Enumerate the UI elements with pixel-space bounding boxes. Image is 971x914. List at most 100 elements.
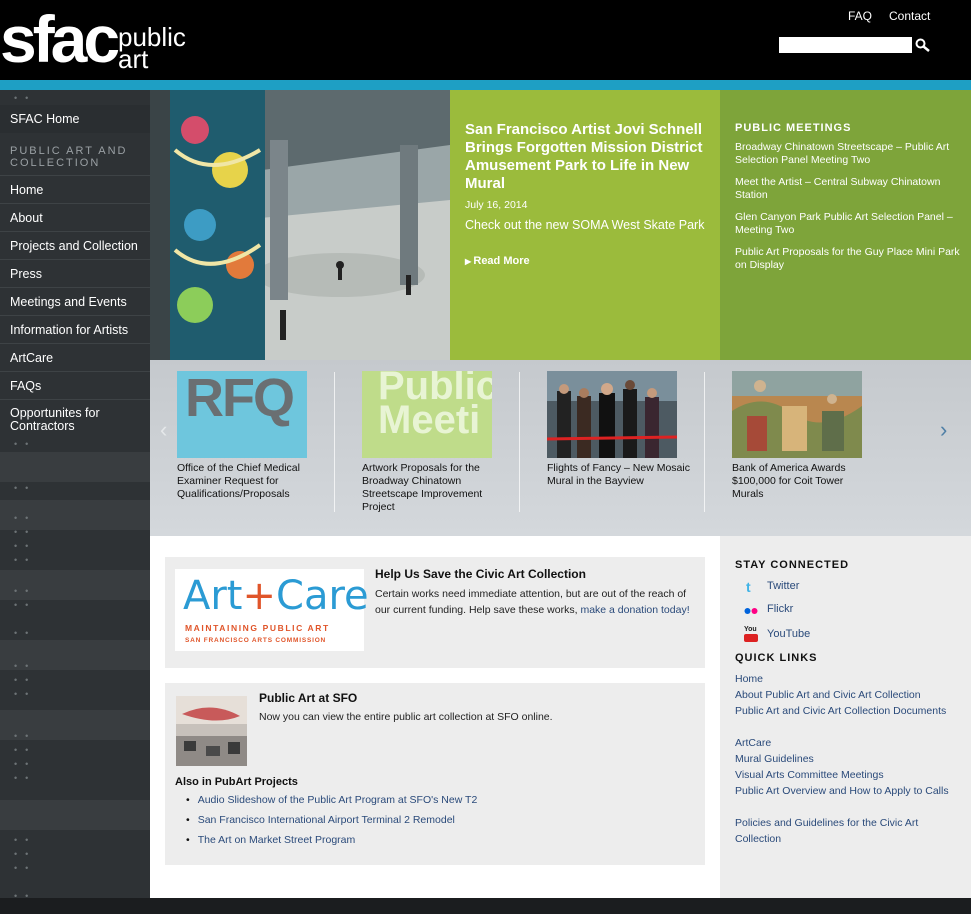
sidebar-dots: •• [14,483,37,493]
youtube-icon[interactable]: You [744,626,758,642]
flickr-link[interactable]: Flickr [767,603,793,615]
carousel-thumb-rfq[interactable]: RFQ [177,371,307,458]
sidebar-dots: •• [14,513,37,523]
sfo-heading: Public Art at SFO [259,691,358,705]
sidebar: •• SFAC Home PUBLIC ART AND COLLECTION H… [0,90,150,901]
flickr-icon[interactable] [744,604,758,618]
sidebar-dots: •• [14,689,37,699]
artcare-logo-art: Art [183,573,243,619]
meeting-link[interactable]: Broadway Chinatown Streetscape – Public … [735,141,960,167]
sidebar-dots: •• [14,661,37,671]
youtube-icon-tube [744,634,758,642]
faq-link[interactable]: FAQ [848,9,872,23]
sidebar-item-home[interactable]: Home [0,175,150,203]
donation-link[interactable]: make a donation today! [580,604,689,616]
quick-link[interactable]: Public Art Overview and How to Apply to … [735,783,955,799]
public-meeting-thumb-text: Public Meeti [378,371,492,442]
quick-link[interactable]: Public Art and Civic Art Collection Docu… [735,703,955,719]
artcare-logo-org: SAN FRANCISCO ARTS COMMISSION [185,637,327,644]
sidebar-dots: •• [14,675,37,685]
carousel-divider [519,372,520,512]
sidebar-bar [0,800,150,830]
sidebar-dots: •• [14,541,37,551]
artcare-logo-tagline: MAINTAINING PUBLIC ART [185,623,330,633]
hero-date: July 16, 2014 [465,199,528,211]
carousel-caption[interactable]: Bank of America Awards $100,000 for Coit… [732,462,877,501]
carousel-prev-arrow-icon[interactable]: ‹ [160,419,167,441]
quick-link[interactable]: Visual Arts Committee Meetings [735,767,955,783]
carousel-thumb-public-meeting[interactable]: Public Meeti [362,371,492,458]
carousel-caption[interactable]: Artwork Proposals for the Broadway China… [362,462,507,514]
sidebar-item-contractors[interactable]: Opportunites for Contractors [0,399,150,437]
sidebar-section-title: PUBLIC ART AND COLLECTION [10,145,128,169]
also-in-heading: Also in PubArt Projects [175,776,298,788]
search-icon[interactable] [914,37,932,53]
sidebar-dots: •• [14,527,37,537]
search-input[interactable] [779,37,912,53]
footer-bar [0,898,971,914]
sidebar-item-faqs[interactable]: FAQs [0,371,150,399]
carousel-divider [334,372,335,512]
sidebar-dots: •• [14,586,37,596]
sidebar-item-artcare[interactable]: ArtCare [0,343,150,371]
read-more-label: Read More [473,255,530,267]
also-link[interactable]: The Art on Market Street Program [186,834,356,846]
public-meetings-title: PUBLIC MEETINGS [735,122,852,134]
sidebar-dots: •• [14,628,37,638]
quick-link[interactable]: Mural Guidelines [735,751,955,767]
sfac-logo[interactable]: sfac [0,4,120,74]
carousel-caption[interactable]: Flights of Fancy – New Mosaic Mural in t… [547,462,692,488]
sidebar-dots: •• [14,555,37,565]
rfq-thumb-text: RFQ [185,371,295,428]
sidebar-dots: •• [14,745,37,755]
hero-image[interactable] [150,90,450,360]
hero-description: Check out the new SOMA West Skate Park [465,218,705,232]
carousel-thumb-coit-mural[interactable] [732,371,862,458]
contact-link[interactable]: Contact [889,9,930,23]
stay-connected-heading: STAY CONNECTED [735,559,850,571]
twitter-link[interactable]: Twitter [767,580,799,592]
sfo-text: Now you can view the entire public art c… [259,711,553,723]
sidebar-sfac-home[interactable]: SFAC Home [0,105,150,133]
youtube-link[interactable]: YouTube [767,628,810,640]
carousel-divider [704,372,705,512]
sidebar-dots: •• [14,600,37,610]
accent-bar [0,80,971,90]
artcare-logo[interactable]: Art+Care MAINTAINING PUBLIC ART SAN FRAN… [175,569,369,651]
sidebar-dots: •• [14,439,37,449]
quick-links-heading: QUICK LINKS [735,652,818,664]
carousel-thumb-ribbon-cutting[interactable] [547,371,677,458]
sidebar-dots: •• [14,731,37,741]
meeting-link[interactable]: Glen Canyon Park Public Art Selection Pa… [735,211,960,237]
sidebar-dots: •• [14,835,37,845]
sidebar-item-meetings[interactable]: Meetings and Events [0,287,150,315]
meeting-link[interactable]: Public Art Proposals for the Guy Place M… [735,246,960,272]
quick-link[interactable]: About Public Art and Civic Art Collectio… [735,687,955,703]
sidebar-dots: •• [14,863,37,873]
sidebar-dots: •• [14,849,37,859]
svg-text:t: t [746,580,751,594]
artcare-text: Certain works need immediate attention, … [375,586,695,618]
sidebar-item-press[interactable]: Press [0,259,150,287]
carousel-next-arrow-icon[interactable]: › [940,419,947,441]
quick-link[interactable]: Home [735,671,955,687]
quick-link[interactable]: Policies and Guidelines for the Civic Ar… [735,815,955,847]
sidebar-dots: •• [14,773,37,783]
twitter-icon[interactable]: t [744,579,758,595]
also-link[interactable]: Audio Slideshow of the Public Art Progra… [186,794,478,806]
artcare-heading: Help Us Save the Civic Art Collection [375,567,586,581]
sidebar-item-about[interactable]: About [0,203,150,231]
meeting-link[interactable]: Meet the Artist – Central Subway Chinato… [735,176,960,202]
sidebar-bar [0,452,150,482]
artcare-logo-plus: + [242,573,277,619]
sidebar-item-artists[interactable]: Information for Artists [0,315,150,343]
quick-link[interactable]: ArtCare [735,735,955,751]
sfo-thumbnail[interactable] [176,696,247,766]
hero-title[interactable]: San Francisco Artist Jovi Schnell Brings… [465,121,705,193]
also-link[interactable]: San Francisco International Airport Term… [186,814,455,826]
sidebar-dots: •• [14,93,37,103]
read-more-link[interactable]: ▶ Read More [465,255,530,267]
sidebar-item-projects[interactable]: Projects and Collection [0,231,150,259]
carousel-caption[interactable]: Office of the Chief Medical Examiner Req… [177,462,322,501]
public-art-logo[interactable]: public art [118,24,186,72]
